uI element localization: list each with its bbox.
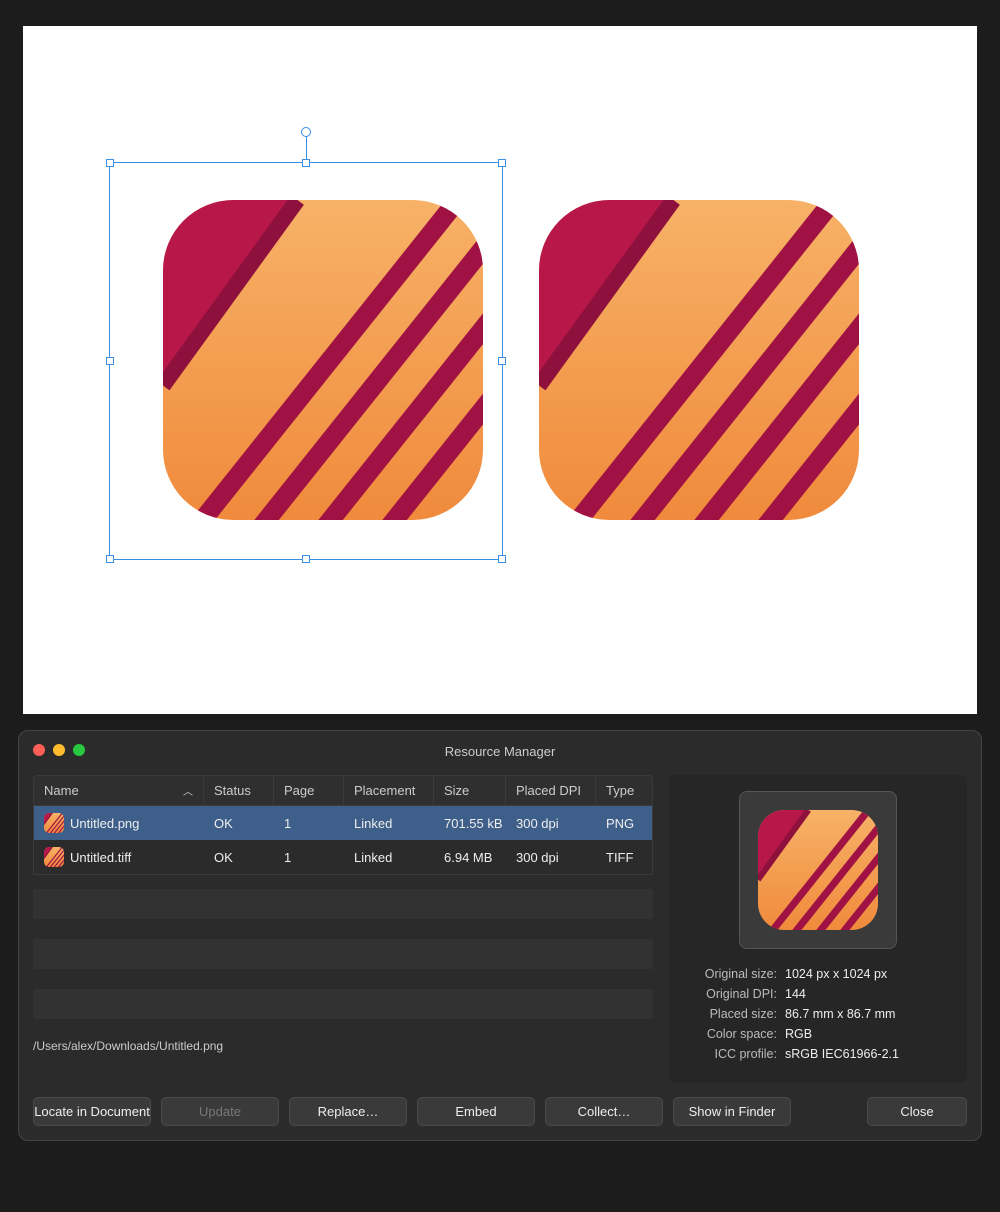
- collect-button[interactable]: Collect…: [545, 1097, 663, 1126]
- placed-image-2[interactable]: [539, 200, 859, 520]
- placed-size-label: Placed size:: [685, 1007, 785, 1021]
- dialog-title: Resource Manager: [445, 744, 556, 759]
- file-placement: Linked: [344, 809, 434, 838]
- table-row[interactable]: Untitled.png OK1Linked701.55 kB300 dpiPNG: [34, 806, 652, 840]
- close-button[interactable]: Close: [867, 1097, 967, 1126]
- file-size: 701.55 kB: [434, 809, 506, 838]
- resize-handle-w[interactable]: [106, 357, 114, 365]
- original-size-label: Original size:: [685, 967, 785, 981]
- replace-button[interactable]: Replace…: [289, 1097, 407, 1126]
- file-icon: [44, 813, 64, 833]
- resource-manager-dialog: Resource Manager Name ︿ Status Page Plac…: [18, 730, 982, 1141]
- column-header-type[interactable]: Type: [596, 776, 652, 805]
- file-type: TIFF: [596, 843, 652, 872]
- preview-pane: Original size:1024 px x 1024 px Original…: [669, 775, 967, 1083]
- update-button[interactable]: Update: [161, 1097, 279, 1126]
- window-minimize-icon[interactable]: [53, 744, 65, 756]
- color-space-value: RGB: [785, 1027, 812, 1041]
- resize-handle-ne[interactable]: [498, 159, 506, 167]
- resize-handle-s[interactable]: [302, 555, 310, 563]
- resize-handle-e[interactable]: [498, 357, 506, 365]
- resource-table-header: Name ︿ Status Page Placement Size Placed…: [33, 775, 653, 806]
- icc-profile-value: sRGB IEC61966-2.1: [785, 1047, 899, 1061]
- locate-button[interactable]: Locate in Document: [33, 1097, 151, 1126]
- show-in-finder-button[interactable]: Show in Finder: [673, 1097, 791, 1126]
- embed-button[interactable]: Embed: [417, 1097, 535, 1126]
- file-status: OK: [204, 843, 274, 872]
- file-name: Untitled.tiff: [70, 850, 131, 865]
- original-dpi-label: Original DPI:: [685, 987, 785, 1001]
- original-dpi-value: 144: [785, 987, 806, 1001]
- rotation-handle[interactable]: [301, 127, 311, 137]
- column-header-page[interactable]: Page: [274, 776, 344, 805]
- file-path-label: /Users/alex/Downloads/Untitled.png: [33, 1039, 653, 1053]
- window-zoom-icon[interactable]: [73, 744, 85, 756]
- resize-handle-sw[interactable]: [106, 555, 114, 563]
- placed-image-1[interactable]: [163, 200, 483, 520]
- column-header-name[interactable]: Name ︿: [34, 776, 204, 805]
- icc-profile-label: ICC profile:: [685, 1047, 785, 1061]
- resize-handle-se[interactable]: [498, 555, 506, 563]
- placeholder-stripe: [33, 889, 653, 919]
- file-type: PNG: [596, 809, 652, 838]
- column-header-size[interactable]: Size: [434, 776, 506, 805]
- resize-handle-nw[interactable]: [106, 159, 114, 167]
- column-header-dpi[interactable]: Placed DPI: [506, 776, 596, 805]
- window-close-icon[interactable]: [33, 744, 45, 756]
- document-canvas[interactable]: [23, 26, 977, 714]
- placed-size-value: 86.7 mm x 86.7 mm: [785, 1007, 895, 1021]
- color-space-label: Color space:: [685, 1027, 785, 1041]
- column-header-placement[interactable]: Placement: [344, 776, 434, 805]
- file-name: Untitled.png: [70, 816, 139, 831]
- column-header-status[interactable]: Status: [204, 776, 274, 805]
- placeholder-stripe: [33, 989, 653, 1019]
- table-row[interactable]: Untitled.tiff OK1Linked6.94 MB300 dpiTIFF: [34, 840, 652, 874]
- file-dpi: 300 dpi: [506, 809, 596, 838]
- file-dpi: 300 dpi: [506, 843, 596, 872]
- resize-handle-n[interactable]: [302, 159, 310, 167]
- file-placement: Linked: [344, 843, 434, 872]
- file-page: 1: [274, 809, 344, 838]
- file-page: 1: [274, 843, 344, 872]
- sort-indicator-icon: ︿: [183, 783, 193, 798]
- preview-thumbnail: [739, 791, 897, 949]
- file-size: 6.94 MB: [434, 843, 506, 872]
- placeholder-stripe: [33, 939, 653, 969]
- file-status: OK: [204, 809, 274, 838]
- file-icon: [44, 847, 64, 867]
- original-size-value: 1024 px x 1024 px: [785, 967, 887, 981]
